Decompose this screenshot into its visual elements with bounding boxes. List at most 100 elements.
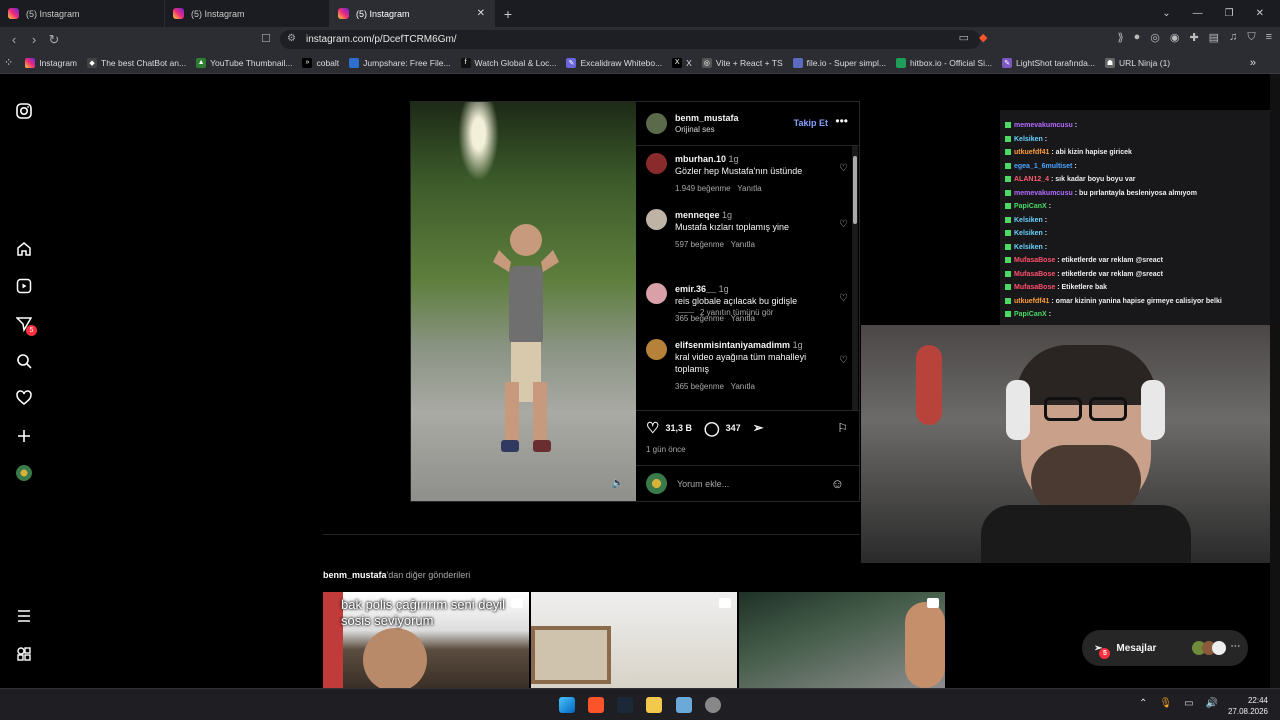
chat-username[interactable]: PapiCanX	[1014, 203, 1047, 210]
apps-icon[interactable]: ⁘	[4, 56, 13, 69]
messages-icon[interactable]: 5	[14, 314, 37, 336]
audio-label[interactable]: Orijinal ses	[675, 125, 739, 134]
bookmark-item[interactable]: ✎ LightShot tarafında...	[1002, 57, 1095, 68]
network-icon[interactable]: ▭	[1184, 698, 1193, 709]
bookmark-item[interactable]: XX	[672, 57, 692, 68]
browser-tab[interactable]: (5) Instagram	[165, 0, 330, 27]
audio-icon[interactable]: ⟫	[1117, 31, 1123, 44]
browser-tab[interactable]: (5) Instagram	[0, 0, 165, 27]
tab-search-icon[interactable]: ⌄	[1162, 8, 1170, 19]
grid-post[interactable]: bak polis çağırırım seni deyil sosis sev…	[323, 592, 529, 688]
puzzle-icon[interactable]: ✚	[1189, 31, 1198, 44]
site-info-icon[interactable]: ⚙	[287, 33, 296, 44]
bookmark-item[interactable]: f Watch Global & Loc...	[460, 57, 556, 68]
comment-icon[interactable]: ◯	[704, 420, 720, 437]
create-icon[interactable]	[14, 426, 34, 446]
file-explorer-icon[interactable]	[646, 697, 662, 713]
emoji-icon[interactable]: ☺	[831, 476, 844, 491]
chat-username[interactable]: MufasaBose	[1014, 257, 1055, 264]
like-count[interactable]: 31,3 B	[665, 423, 692, 433]
extension-icon[interactable]: ●	[1134, 31, 1141, 44]
clock[interactable]: 22:44 27.08.2026	[1228, 695, 1268, 717]
maximize-button[interactable]: ❐	[1225, 8, 1234, 19]
bookmark-page-icon[interactable]: ☐	[256, 32, 276, 45]
commenter-avatar[interactable]	[646, 339, 667, 360]
reply-button[interactable]: Yanıtla	[731, 314, 755, 323]
bookmark-item[interactable]: ▲ YouTube Thumbnail...	[196, 57, 292, 68]
like-comment-icon[interactable]: ♡	[839, 355, 848, 366]
volume-icon[interactable]: 🔈	[612, 478, 624, 489]
comment-input[interactable]: Yorum ekle... ☺	[636, 465, 860, 501]
comment-likes[interactable]: 1.949 beğenme	[675, 184, 731, 193]
extension-icon[interactable]: ◎	[1150, 31, 1160, 44]
chat-username[interactable]: MufasaBose	[1014, 271, 1055, 278]
chat-username[interactable]: Kelsiken	[1014, 244, 1043, 251]
bookmark-item[interactable]: » cobalt	[302, 57, 339, 68]
start-icon[interactable]	[559, 697, 575, 713]
comment-likes[interactable]: 365 beğenme	[675, 314, 724, 323]
bookmark-item[interactable]: ☗ URL Ninja (1)	[1104, 57, 1170, 68]
more-menu-icon[interactable]	[14, 606, 34, 626]
comments-scrollbar[interactable]	[852, 146, 858, 410]
more-options-icon[interactable]: •••	[835, 114, 848, 128]
chat-username[interactable]: memevakumcusu	[1014, 190, 1073, 197]
chat-username[interactable]: memevakumcusu	[1014, 122, 1073, 129]
show-hidden-icons-icon[interactable]: ⌃	[1139, 698, 1147, 709]
steam-icon[interactable]	[617, 697, 633, 713]
share-icon[interactable]: ➢	[753, 420, 764, 436]
comment-likes[interactable]: 597 beğenme	[675, 240, 724, 249]
like-comment-icon[interactable]: ♡	[839, 219, 848, 230]
like-comment-icon[interactable]: ♡	[839, 293, 848, 304]
more-posts-user[interactable]: benm_mustafa	[323, 570, 387, 580]
bookmark-item[interactable]: ◎ Vite + React + TS	[701, 57, 783, 68]
follow-button[interactable]: Takip Et	[794, 118, 828, 128]
reload-button[interactable]: ↻	[44, 32, 64, 48]
bookmark-item[interactable]: ✎ Excalidraw Whitebo...	[566, 57, 662, 68]
commenter-username[interactable]: menneqee	[675, 210, 720, 220]
close-tab-icon[interactable]: ✕	[477, 8, 485, 19]
app-icon[interactable]	[705, 697, 721, 713]
menu-icon[interactable]: ≡	[1266, 31, 1272, 44]
chat-username[interactable]: PapiCanX	[1014, 311, 1047, 318]
messages-button[interactable]: ➢ 5 Mesajlar ⋯	[1082, 630, 1248, 666]
also-from-meta-icon[interactable]	[14, 644, 34, 664]
commenter-username[interactable]: emir.36__	[675, 284, 716, 294]
reels-icon[interactable]	[14, 276, 34, 296]
brave-icon[interactable]	[588, 697, 604, 713]
browser-tab-active[interactable]: (5) Instagram ✕	[330, 0, 495, 27]
music-icon[interactable]: ♫	[1229, 31, 1237, 44]
chat-username[interactable]: Kelsiken	[1014, 230, 1043, 237]
bookmark-item[interactable]: ◆ The best ChatBot an...	[87, 57, 186, 68]
new-tab-button[interactable]: +	[495, 0, 521, 27]
chat-username[interactable]: utkuefdf41	[1014, 149, 1049, 156]
app-icon[interactable]	[676, 697, 692, 713]
chat-username[interactable]: Kelsiken	[1014, 217, 1043, 224]
author-avatar[interactable]	[646, 113, 667, 134]
bookmark-item[interactable]: Jumpshare: Free File...	[349, 57, 451, 68]
home-icon[interactable]	[14, 239, 34, 259]
address-bar[interactable]: ⚙ instagram.com/p/DcefTCRM6Gm/	[280, 30, 980, 49]
search-icon[interactable]	[14, 351, 34, 371]
chat-username[interactable]: MufasaBose	[1014, 284, 1055, 291]
grid-post[interactable]	[531, 592, 737, 688]
reply-button[interactable]: Yanıtla	[731, 240, 755, 249]
reply-button[interactable]: Yanıtla	[731, 382, 755, 391]
brave-shield-icon[interactable]: ◆	[979, 31, 987, 44]
instagram-logo-icon[interactable]	[14, 101, 34, 121]
save-icon[interactable]: ⚐	[837, 421, 848, 435]
close-window-button[interactable]: ✕	[1256, 8, 1264, 19]
wallet-icon[interactable]: ▤	[1209, 31, 1219, 44]
back-button[interactable]: ‹	[4, 32, 24, 47]
speaker-icon[interactable]: 🔊	[1206, 698, 1218, 709]
page-scrollbar[interactable]	[1270, 74, 1280, 688]
author-username[interactable]: benm_mustafa	[675, 113, 739, 123]
chat-username[interactable]: egea_1_6multiset	[1014, 163, 1072, 170]
post-video[interactable]: 🔈	[411, 102, 636, 501]
like-icon[interactable]: ♡	[646, 419, 659, 437]
bookmark-item[interactable]: Instagram	[25, 57, 77, 68]
chat-username[interactable]: utkuefdf41	[1014, 298, 1049, 305]
chat-username[interactable]: Kelsiken	[1014, 136, 1043, 143]
commenter-avatar[interactable]	[646, 153, 667, 174]
scrollbar-thumb[interactable]	[853, 156, 857, 224]
vpn-icon[interactable]: ⛉	[1247, 31, 1255, 44]
